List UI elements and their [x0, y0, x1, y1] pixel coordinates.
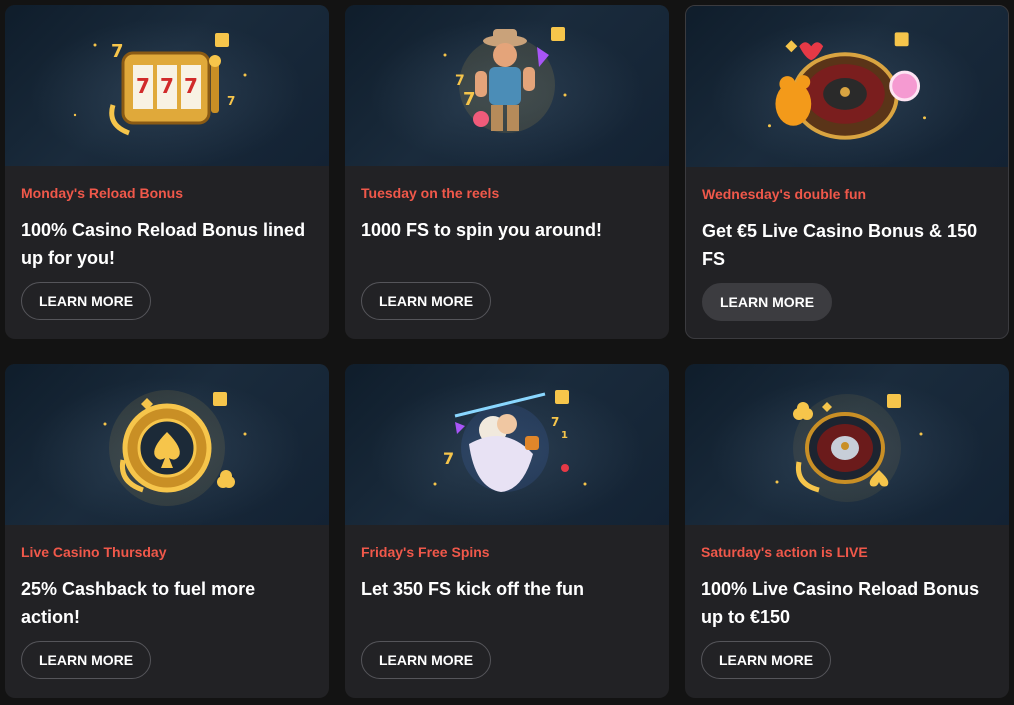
- promo-subtitle: Monday's Reload Bonus: [21, 185, 184, 201]
- svg-text:7: 7: [160, 74, 174, 98]
- promo-subtitle: Tuesday on the reels: [361, 185, 500, 201]
- promo-title: Let 350 FS kick off the fun: [361, 579, 585, 599]
- promo-title: 25% Cashback to fuel more action!: [21, 579, 256, 627]
- svg-text:7: 7: [463, 89, 476, 110]
- promo-banner: 7 7 7 7 7: [5, 5, 329, 166]
- svg-text:7: 7: [551, 415, 559, 429]
- learn-more-button[interactable]: LEARN MORE: [21, 641, 152, 679]
- poker-chip-spade-icon: [103, 390, 247, 506]
- zeus-character-icon: 7 7 1: [433, 390, 587, 492]
- promo-title: 1000 FS to spin you around!: [361, 220, 603, 240]
- svg-text:7: 7: [111, 41, 124, 62]
- learn-more-button[interactable]: LEARN MORE: [21, 282, 152, 320]
- promo-banner: 7 7: [345, 5, 669, 166]
- promo-card-wednesday[interactable]: Wednesday's double fun Get €5 Live Casin…: [685, 5, 1009, 339]
- svg-text:7: 7: [443, 449, 454, 468]
- learn-more-button[interactable]: LEARN MORE: [701, 641, 832, 679]
- learn-more-button[interactable]: LEARN MORE: [361, 282, 492, 320]
- svg-text:1: 1: [561, 430, 568, 441]
- promo-card-friday[interactable]: 7 7 1 Friday's Free Spins Let 350 FS kic…: [345, 364, 669, 698]
- promo-card-thursday[interactable]: Live Casino Thursday 25% Cashback to fue…: [5, 364, 329, 698]
- svg-text:7: 7: [136, 74, 150, 98]
- promo-subtitle: Live Casino Thursday: [21, 544, 167, 560]
- roulette-candy-icon: [767, 32, 927, 140]
- promo-card-saturday[interactable]: Saturday's action is LIVE 100% Live Casi…: [685, 364, 1009, 698]
- promo-title: Get €5 Live Casino Bonus & 150 FS: [702, 221, 978, 269]
- promo-title: 100% Casino Reload Bonus lined up for yo…: [21, 220, 306, 268]
- promo-subtitle: Wednesday's double fun: [702, 186, 867, 202]
- learn-more-button[interactable]: LEARN MORE: [702, 283, 833, 321]
- promo-card-tuesday[interactable]: 7 7 Tuesday on the reels 1000 FS to spin…: [345, 5, 669, 339]
- svg-text:7: 7: [227, 94, 235, 108]
- promo-banner: [685, 364, 1009, 525]
- promo-subtitle: Friday's Free Spins: [361, 544, 490, 560]
- svg-text:7: 7: [184, 74, 198, 98]
- promo-subtitle: Saturday's action is LIVE: [701, 544, 868, 560]
- slot-machine-icon: 7 7 7 7 7: [73, 33, 247, 136]
- roulette-wheel-icon: [775, 394, 923, 502]
- promo-banner: [686, 6, 1008, 167]
- promo-banner: [5, 364, 329, 525]
- promo-banner: 7 7 1: [345, 364, 669, 525]
- learn-more-button[interactable]: LEARN MORE: [361, 641, 492, 679]
- promotions-grid: 7 7 7 7 7 Monday's Reload Bonus 100% Cas…: [0, 0, 1014, 705]
- promo-title: 100% Live Casino Reload Bonus up to €150: [701, 579, 980, 627]
- cowboy-character-icon: 7 7: [443, 27, 567, 133]
- promo-card-monday[interactable]: 7 7 7 7 7 Monday's Reload Bonus 100% Cas…: [5, 5, 329, 339]
- svg-text:7: 7: [455, 73, 465, 89]
